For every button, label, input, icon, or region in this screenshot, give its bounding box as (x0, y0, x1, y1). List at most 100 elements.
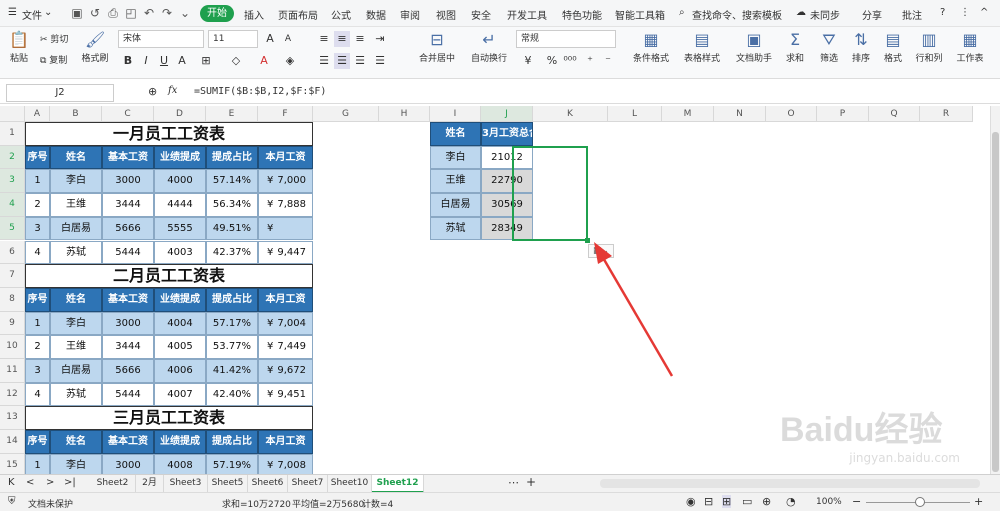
number-format-select[interactable]: 常规 (516, 30, 616, 48)
table-cell[interactable]: 李白 (50, 311, 102, 336)
row-header-1[interactable]: 1 (0, 122, 25, 146)
table-header-cell[interactable]: 基本工资 (102, 430, 154, 454)
more-icon[interactable]: ⋮ (960, 7, 970, 18)
indent-icon[interactable]: ⇥ (372, 31, 388, 47)
preview-icon[interactable]: ◰ (124, 6, 138, 20)
summary-header-total[interactable]: 3月工资总合 (481, 122, 533, 146)
paste-button[interactable]: 📋 粘贴 (6, 31, 32, 65)
search-commands[interactable]: 查找命令、搜索模板 (692, 7, 782, 22)
table-cell[interactable]: 王维 (50, 193, 102, 217)
table-header-cell[interactable]: 业绩提成 (154, 430, 206, 454)
sheet-tab[interactable]: Sheet12 (372, 475, 424, 493)
select-all-corner[interactable] (0, 106, 25, 122)
name-box[interactable]: J2 (6, 84, 114, 102)
align-top-icon[interactable]: ≡ (316, 31, 332, 47)
font-grow-icon[interactable]: A (262, 31, 278, 47)
row-header-8[interactable]: 8 (0, 287, 25, 312)
table-header-cell[interactable]: 提成占比 (206, 430, 258, 454)
table-cell[interactable]: 2 (25, 193, 50, 217)
collapse-icon[interactable]: ^ (980, 7, 988, 18)
row-header-13[interactable]: 13 (0, 406, 25, 431)
row-header-14[interactable]: 14 (0, 430, 25, 454)
row-header-2[interactable]: 2 (0, 145, 25, 170)
font-shrink-icon[interactable]: A (280, 31, 296, 47)
strike-icon[interactable]: A (174, 53, 190, 69)
more-sheets-icon[interactable]: ⋯ (508, 476, 519, 489)
salary-cell[interactable]: ¥9,447 (258, 240, 313, 265)
column-header-j[interactable]: J (481, 106, 533, 122)
align-left-icon[interactable]: ☰ (316, 53, 332, 69)
decrease-decimal-icon[interactable]: ⁻ (600, 53, 616, 69)
save-icon[interactable]: ▣ (70, 6, 84, 20)
table-header-cell[interactable]: 序号 (25, 430, 50, 454)
sheet-tab[interactable]: Sheet3 (164, 475, 208, 493)
sum-button[interactable]: Σ 求和 (780, 31, 810, 65)
column-header-n[interactable]: N (714, 106, 766, 122)
column-header-i[interactable]: I (430, 106, 481, 122)
sheet-tab[interactable]: 2月 (136, 475, 164, 493)
tab-page-layout[interactable]: 页面布局 (278, 7, 318, 22)
table-cell[interactable]: 4444 (154, 193, 206, 217)
column-header-k[interactable]: K (533, 106, 608, 122)
column-header-o[interactable]: O (766, 106, 817, 122)
rowcol-button[interactable]: ▥ 行和列 (910, 31, 948, 65)
tab-developer[interactable]: 开发工具 (507, 7, 547, 22)
table-cell[interactable]: 王维 (50, 335, 102, 359)
table-cell[interactable]: 苏轼 (50, 240, 102, 265)
align-middle-icon[interactable]: ≡ (334, 31, 350, 47)
table-header-cell[interactable]: 提成占比 (206, 287, 258, 312)
table-cell[interactable]: 4004 (154, 311, 206, 336)
align-bottom-icon[interactable]: ≡ (352, 31, 368, 47)
format-painter-button[interactable]: 🖌 格式刷 (80, 31, 110, 65)
table-cell[interactable]: 42.40% (206, 382, 258, 407)
table-cell[interactable]: 1 (25, 311, 50, 336)
undo-alt-icon[interactable]: ↺ (88, 6, 102, 20)
salary-cell[interactable]: ¥7,888 (258, 193, 313, 217)
conditional-format-button[interactable]: ▦ 条件格式 (626, 31, 676, 65)
table-cell[interactable]: 苏轼 (50, 382, 102, 407)
zoom-level[interactable]: 100% (816, 497, 842, 507)
summary-name-cell[interactable]: 白居易 (430, 193, 481, 217)
justify-icon[interactable]: ☰ (372, 53, 388, 69)
table-cell[interactable]: 李白 (50, 453, 102, 474)
column-header-p[interactable]: P (817, 106, 869, 122)
sheet-tab[interactable]: Sheet5 (208, 475, 248, 493)
table-cell[interactable]: 56.34% (206, 193, 258, 217)
zoom-out-icon[interactable]: − (852, 495, 861, 508)
column-header-m[interactable]: M (662, 106, 714, 122)
table-cell[interactable]: 3000 (102, 453, 154, 474)
sheet-tab[interactable]: Sheet7 (288, 475, 328, 493)
salary-cell[interactable]: ¥7,000 (258, 169, 313, 194)
row-header-3[interactable]: 3 (0, 169, 25, 194)
table-cell[interactable]: 1 (25, 453, 50, 474)
salary-cell[interactable]: ¥11,221 (258, 216, 313, 241)
scrollbar-thumb[interactable] (992, 132, 999, 472)
table-title[interactable]: 一月员工工资表 (25, 122, 313, 146)
table-cell[interactable]: 4008 (154, 453, 206, 474)
eye-icon[interactable]: ◉ (686, 495, 696, 508)
thousands-icon[interactable]: ⁰⁰⁰ (562, 53, 578, 69)
next-sheet-icon[interactable]: > (46, 477, 54, 488)
table-cell[interactable]: 4 (25, 240, 50, 265)
table-cell[interactable]: 白居易 (50, 216, 102, 241)
comment-button[interactable]: 批注 (902, 7, 922, 22)
table-cell[interactable]: 5444 (102, 382, 154, 407)
increase-decimal-icon[interactable]: ⁺ (582, 53, 598, 69)
table-title[interactable]: 三月员工工资表 (25, 406, 313, 431)
table-cell[interactable]: 41.42% (206, 359, 258, 383)
table-cell[interactable]: 2 (25, 335, 50, 359)
table-cell[interactable]: 49.51% (206, 216, 258, 241)
first-sheet-icon[interactable]: K (8, 477, 15, 488)
tab-features[interactable]: 特色功能 (562, 7, 602, 22)
table-cell[interactable]: 1 (25, 169, 50, 194)
row-header-12[interactable]: 12 (0, 382, 25, 407)
font-size-select[interactable]: 11 (208, 30, 258, 48)
table-header-cell[interactable]: 提成占比 (206, 145, 258, 170)
column-header-g[interactable]: G (313, 106, 379, 122)
table-header-cell[interactable]: 业绩提成 (154, 287, 206, 312)
horizontal-scrollbar[interactable] (600, 479, 980, 488)
summary-total-cell[interactable]: 28349 (481, 216, 533, 241)
table-header-cell[interactable]: 序号 (25, 145, 50, 170)
summary-total-cell[interactable]: 30569 (481, 193, 533, 217)
cut-button[interactable]: ✂ 剪切 (40, 32, 68, 45)
